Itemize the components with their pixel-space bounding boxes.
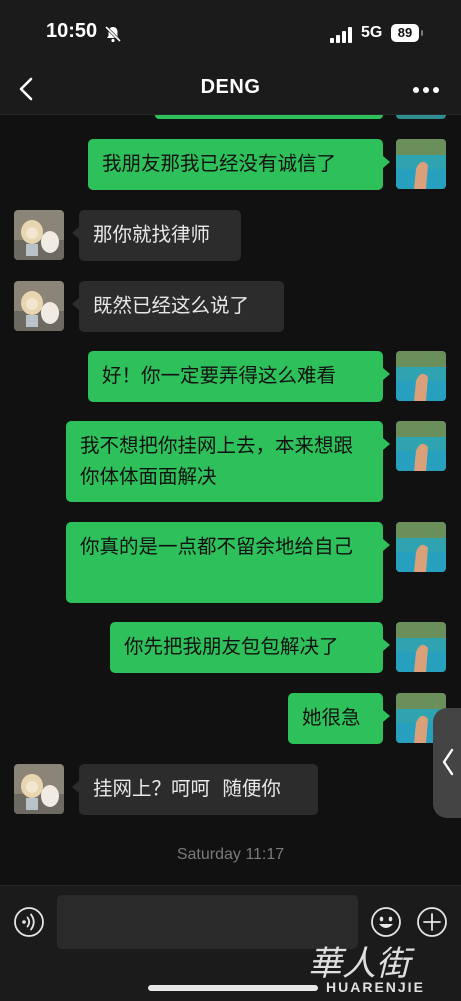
message-row: 我不想把你挂网上去，本来想跟你体体面面解决 — [0, 421, 461, 502]
bubble-tail — [383, 710, 390, 722]
message-row: 既然已经这么说了 — [0, 281, 461, 332]
contact-avatar[interactable] — [14, 281, 64, 331]
message-bubble[interactable]: 我不想把你挂网上去，本来想跟你体体面面解决 — [66, 421, 383, 502]
watermark-text: HUARENJIE — [326, 979, 425, 995]
contact-avatar[interactable] — [14, 764, 64, 814]
side-drawer-handle[interactable] — [433, 708, 461, 818]
message-input[interactable] — [57, 895, 358, 949]
message-bubble-partial[interactable] — [155, 115, 383, 119]
bubble-tail — [72, 781, 79, 793]
my-avatar[interactable] — [396, 421, 446, 471]
chat-title: DENG — [200, 76, 261, 98]
bubble-tail — [383, 539, 390, 551]
smiley-icon[interactable] — [370, 906, 402, 938]
my-avatar[interactable] — [396, 622, 446, 672]
status-time: 10:50 — [46, 20, 98, 42]
message-row: 我朋友那我已经没有诚信了 — [0, 139, 461, 190]
bubble-tail — [72, 298, 79, 310]
my-avatar[interactable] — [396, 522, 446, 572]
message-row: 她很急 — [0, 693, 461, 744]
message-bubble[interactable]: 好！你一定要弄得这么难看 — [88, 351, 383, 402]
message-row: 那你就找律师 — [0, 210, 461, 261]
huarenjie-logo: 華人街 — [308, 944, 415, 983]
contact-avatar[interactable] — [14, 210, 64, 260]
bell-slash-icon — [104, 25, 122, 43]
bubble-tail — [383, 156, 390, 168]
bubble-tail — [383, 639, 390, 651]
svg-text:華人街: 華人街 — [308, 944, 415, 983]
message-bubble[interactable]: 我朋友那我已经没有诚信了 — [88, 139, 383, 190]
message-row: 挂网上？呵呵 随便你 — [0, 764, 461, 815]
message-row: 你真的是一点都不留余地给自己 — [0, 522, 461, 603]
nav-bar: DENG — [0, 66, 461, 115]
message-bubble[interactable]: 你先把我朋友包包解决了 — [110, 622, 383, 673]
battery-badge: 89 — [391, 24, 419, 42]
bubble-tail — [383, 368, 390, 380]
chat-area[interactable]: 我朋友那我已经没有诚信了 那你就找律师 既然已经这么说了 好！你一定要弄得这么难… — [0, 115, 461, 885]
my-avatar[interactable] — [396, 351, 446, 401]
signal-icon — [330, 27, 352, 43]
battery-cap — [421, 30, 423, 36]
bubble-tail — [383, 438, 390, 450]
message-row: 好！你一定要弄得这么难看 — [0, 351, 461, 402]
voice-icon[interactable] — [13, 906, 45, 938]
watermark-logo: 華人街 HUARENJIE — [304, 943, 454, 999]
message-row: 你先把我朋友包包解决了 — [0, 622, 461, 673]
message-bubble[interactable]: 既然已经这么说了 — [79, 281, 284, 332]
network-label: 5G — [361, 24, 383, 41]
chevron-left-icon — [442, 748, 454, 776]
bubble-tail — [72, 227, 79, 239]
plus-circle-icon[interactable] — [416, 906, 448, 938]
ellipsis-icon[interactable] — [412, 86, 440, 94]
message-bubble[interactable]: 她很急 — [288, 693, 383, 744]
my-avatar-partial[interactable] — [396, 115, 446, 119]
status-bar: 10:50 5G 89 — [0, 0, 461, 66]
message-bubble[interactable]: 那你就找律师 — [79, 210, 241, 261]
my-avatar[interactable] — [396, 139, 446, 189]
message-timestamp: Saturday 11:17 — [176, 846, 285, 863]
input-bar: 華人街 HUARENJIE — [0, 885, 461, 1001]
message-bubble[interactable]: 你真的是一点都不留余地给自己 — [66, 522, 383, 603]
home-indicator[interactable] — [148, 985, 318, 991]
message-bubble[interactable]: 挂网上？呵呵 随便你 — [79, 764, 318, 815]
